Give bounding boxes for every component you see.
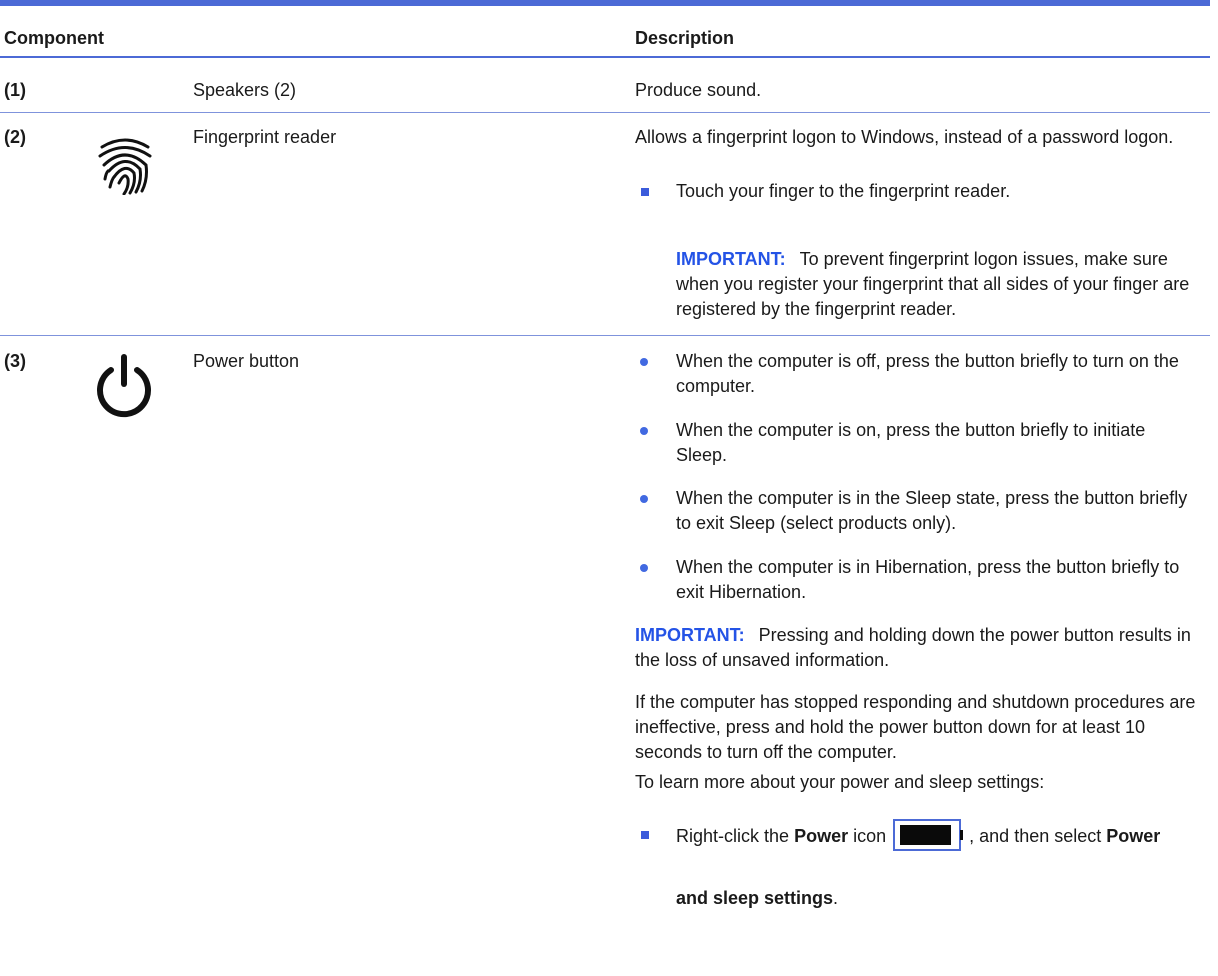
icon-word: icon [853, 825, 887, 846]
list-item: When the computer is in the Sleep state,… [676, 488, 1188, 533]
list-item: When the computer is in Hibernation, pre… [676, 557, 1180, 602]
power-icon [89, 351, 159, 426]
power-label: Power [794, 825, 849, 846]
component-description: Allows a fingerprint logon to Windows, i… [635, 127, 1174, 147]
component-name: Power button [193, 351, 300, 371]
power-settings-label: Power [1106, 825, 1161, 846]
row-number: (2) [4, 127, 26, 147]
bullet-dot [640, 564, 648, 572]
important-label: IMPORTANT: [676, 249, 786, 269]
fingerprint-icon [96, 135, 154, 200]
learn-more-text: To learn more about your power and sleep… [635, 772, 1045, 792]
final-step: Right-click the Power icon , and then se… [676, 819, 1216, 851]
row-number: (1) [4, 80, 26, 100]
bullet-dot [640, 358, 648, 366]
bullet-dot [640, 427, 648, 435]
list-item: When the computer is off, press the butt… [676, 351, 1179, 396]
component-description: Produce sound. [635, 80, 762, 100]
shutdown-paragraph: If the computer has stopped responding a… [635, 692, 1196, 762]
header-rule [0, 56, 1210, 58]
bullet-dot [640, 495, 648, 503]
bullet-square [641, 188, 649, 196]
row-number: (3) [4, 351, 26, 371]
bullet-square [641, 831, 649, 839]
step-text: Right-click the [676, 825, 790, 846]
important-note: IMPORTANT: To prevent fingerprint logon i… [676, 247, 1201, 322]
important-note: IMPORTANT: Pressing and holding down the … [635, 623, 1205, 673]
step-end: . [833, 888, 839, 908]
table-top-rule [0, 0, 1210, 6]
row-divider [0, 112, 1210, 113]
header-component: Component [4, 28, 104, 48]
list-item: When the computer is on, press the butto… [676, 420, 1146, 465]
component-name: Fingerprint reader [193, 127, 337, 147]
battery-icon [893, 819, 964, 851]
step-text: , and then select [969, 825, 1102, 846]
component-name: Speakers (2) [193, 80, 297, 100]
row-divider [0, 335, 1210, 336]
final-step-continued: and sleep settings. [676, 886, 1201, 911]
important-label: IMPORTANT: [635, 625, 745, 645]
power-settings-label: and sleep settings [676, 888, 834, 908]
list-item: Touch your finger to the fingerprint rea… [676, 181, 1011, 201]
header-description: Description [635, 28, 735, 48]
